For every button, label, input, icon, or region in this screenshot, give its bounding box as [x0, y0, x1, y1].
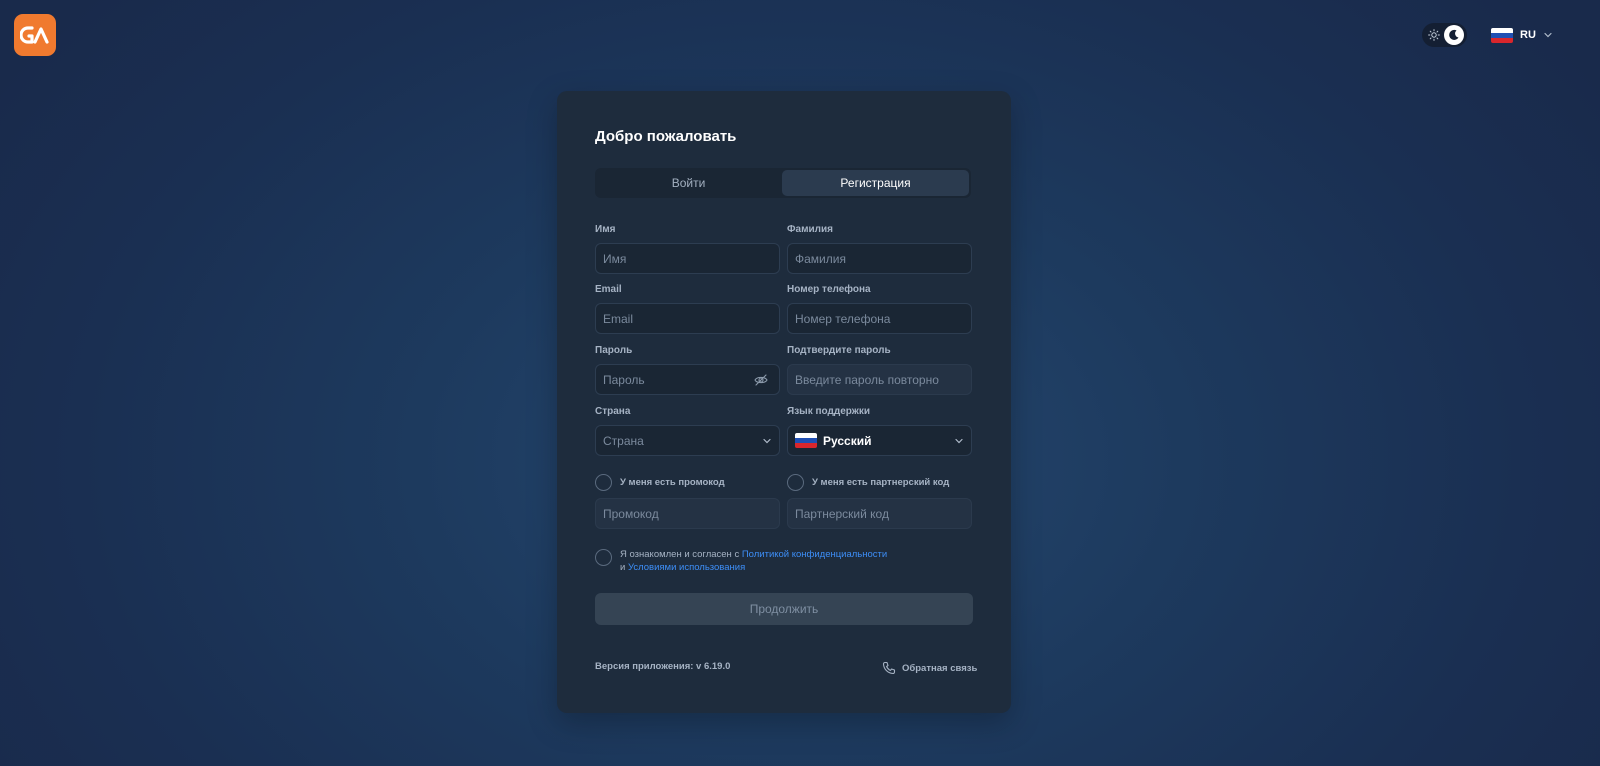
promo-code-input[interactable]	[603, 506, 772, 521]
card-title: Добро пожаловать	[595, 128, 737, 145]
language-code: RU	[1520, 29, 1536, 41]
last-name-label: Фамилия	[787, 224, 833, 235]
partner-code-input-wrap	[787, 498, 972, 529]
ga-logo-icon	[20, 26, 49, 44]
partner-checkbox[interactable]	[787, 474, 804, 491]
partner-checkbox-label: У меня есть партнерский код	[812, 477, 950, 488]
auth-tabs: Войти Регистрация	[595, 168, 971, 198]
support-language-field: Язык поддержки Русский	[787, 406, 972, 456]
email-label: Email	[595, 284, 622, 295]
tab-login[interactable]: Войти	[595, 168, 782, 198]
moon-icon[interactable]	[1444, 25, 1464, 45]
terms-checkbox[interactable]	[595, 549, 612, 566]
partner-code-input[interactable]	[795, 506, 964, 521]
password-input[interactable]	[603, 372, 772, 387]
confirm-password-input[interactable]	[795, 372, 964, 387]
feedback-label: Обратная связь	[902, 662, 978, 674]
promo-code-field	[595, 491, 780, 529]
promo-check-row: У меня есть промокод	[595, 474, 725, 491]
app-logo[interactable]	[14, 14, 56, 56]
tab-register[interactable]: Регистрация	[782, 170, 969, 196]
support-language-value: Русский	[823, 433, 872, 448]
email-input[interactable]	[603, 311, 772, 326]
first-name-input[interactable]	[603, 251, 772, 266]
first-name-input-wrap	[595, 243, 780, 274]
confirm-password-field: Подтвердите пароль	[787, 345, 972, 395]
promo-code-input-wrap	[595, 498, 780, 529]
support-language-select[interactable]: Русский	[787, 425, 972, 456]
terms-of-use-link[interactable]: Условиями использования	[628, 562, 745, 573]
sun-icon[interactable]	[1425, 26, 1443, 44]
chevron-down-icon	[763, 438, 771, 443]
confirm-password-input-wrap	[787, 364, 972, 395]
last-name-input[interactable]	[795, 251, 964, 266]
promo-checkbox[interactable]	[595, 474, 612, 491]
app-version: Версия приложения: v 6.19.0	[595, 661, 731, 672]
russia-flag-icon	[795, 433, 817, 448]
terms-text: Я ознакомлен и согласен с Политикой конф…	[620, 548, 887, 574]
eye-off-icon[interactable]	[754, 373, 768, 387]
confirm-password-label: Подтвердите пароль	[787, 345, 891, 356]
phone-input-wrap	[787, 303, 972, 334]
last-name-input-wrap	[787, 243, 972, 274]
partner-check-row: У меня есть партнерский код	[787, 474, 949, 491]
chevron-down-icon	[1544, 32, 1552, 38]
phone-field: Номер телефона	[787, 284, 972, 334]
country-placeholder: Страна	[603, 433, 644, 448]
country-label: Страна	[595, 406, 631, 417]
password-label: Пароль	[595, 345, 633, 356]
first-name-label: Имя	[595, 224, 616, 235]
first-name-field: Имя	[595, 224, 780, 274]
country-field: Страна Страна	[595, 406, 780, 456]
phone-label: Номер телефона	[787, 284, 871, 295]
terms-prefix: Я ознакомлен и согласен с	[620, 549, 742, 560]
auth-card: Добро пожаловать Войти Регистрация Имя Ф…	[557, 91, 1011, 713]
terms-and: и	[620, 562, 628, 573]
country-select[interactable]: Страна	[595, 425, 780, 456]
phone-icon	[882, 661, 896, 675]
privacy-policy-link[interactable]: Политикой конфиденциальности	[742, 549, 887, 560]
promo-checkbox-label: У меня есть промокод	[620, 477, 725, 488]
language-selector[interactable]: RU	[1491, 25, 1553, 45]
feedback-link[interactable]: Обратная связь	[882, 661, 977, 675]
support-language-label: Язык поддержки	[787, 406, 870, 417]
phone-input[interactable]	[795, 311, 964, 326]
partner-code-field	[787, 491, 972, 529]
continue-button[interactable]: Продолжить	[595, 593, 973, 625]
email-input-wrap	[595, 303, 780, 334]
password-input-wrap	[595, 364, 780, 395]
russia-flag-icon	[1491, 27, 1513, 43]
terms-agreement: Я ознакомлен и согласен с Политикой конф…	[595, 548, 887, 574]
email-field: Email	[595, 284, 780, 334]
theme-toggle[interactable]	[1422, 23, 1467, 47]
chevron-down-icon	[955, 438, 963, 443]
last-name-field: Фамилия	[787, 224, 972, 274]
password-field: Пароль	[595, 345, 780, 395]
